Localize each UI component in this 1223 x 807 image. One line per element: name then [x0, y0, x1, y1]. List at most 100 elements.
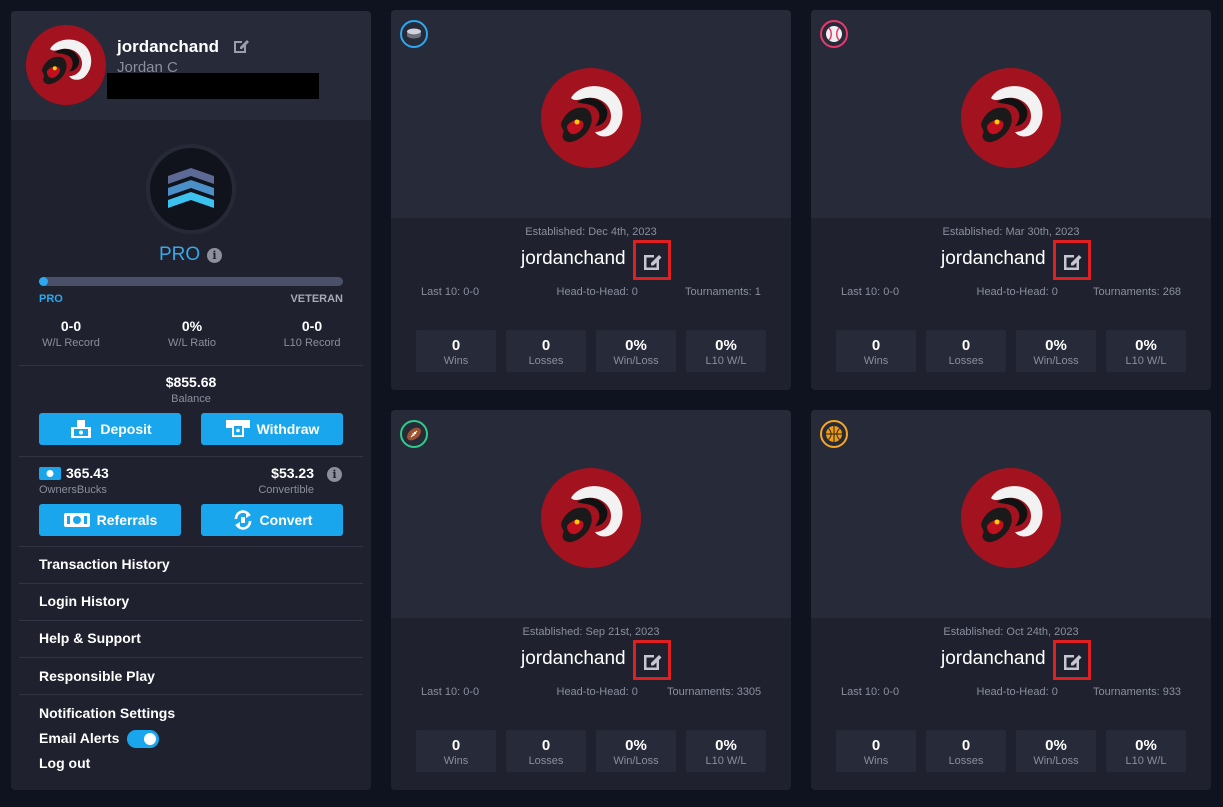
tile-label: L10 W/L	[705, 755, 747, 767]
profile-sidebar: jordanchand Jordan C PRO i PRO VETERAN 0…	[11, 11, 371, 790]
tile-label: Losses	[528, 355, 564, 367]
last10-record: Last 10: 0-0	[841, 286, 900, 298]
hockey-puck-icon	[400, 20, 428, 48]
username: jordanchand	[117, 37, 220, 56]
tile-label: Win/Loss	[613, 755, 659, 767]
email-alerts-toggle[interactable]	[127, 730, 159, 748]
withdraw-button[interactable]: Withdraw	[201, 413, 343, 445]
rank-progress-fill	[39, 277, 48, 286]
toggle-knob	[144, 733, 156, 745]
wins-tile: 0 Wins	[416, 730, 496, 772]
tile-value: 0%	[715, 737, 737, 754]
tile-label: Wins	[863, 355, 889, 367]
referrals-button[interactable]: Referrals	[39, 504, 181, 536]
stat-label: W/L Record	[42, 337, 100, 349]
edit-team-name-button[interactable]	[1053, 240, 1091, 280]
stat-label: L10 Record	[283, 337, 341, 349]
tile-label: Wins	[443, 755, 469, 767]
losses-tile: 0 Losses	[506, 730, 586, 772]
owners-bucks: 365.43 OwnersBucks	[39, 465, 109, 496]
logout-link[interactable]: Log out	[39, 755, 90, 771]
l10-wl-tile: 0% L10 W/L	[1106, 730, 1186, 772]
progress-to-label: VETERAN	[290, 293, 343, 305]
tile-value: 0%	[1045, 337, 1067, 354]
menu-login-history[interactable]: Login History	[39, 593, 129, 609]
tile-label: Wins	[863, 755, 889, 767]
win-loss-tile: 0% Win/Loss	[1016, 730, 1096, 772]
tile-value: 0	[541, 337, 551, 354]
l10-wl-tile: 0% L10 W/L	[686, 330, 766, 372]
established-date: Established: Sep 21st, 2023	[522, 626, 660, 638]
edit-icon	[644, 655, 662, 670]
win-loss-tile: 0% Win/Loss	[596, 730, 676, 772]
losses-tile: 0 Losses	[506, 330, 586, 372]
redacted-block	[107, 73, 319, 99]
divider	[19, 657, 363, 658]
tile-value: 0	[451, 337, 461, 354]
tournaments-count: Tournaments: 3305	[667, 686, 762, 698]
tile-label: L10 W/L	[705, 355, 747, 367]
profile-header: jordanchand Jordan C	[11, 11, 371, 120]
edit-team-name-button[interactable]	[1053, 640, 1091, 680]
edit-team-name-button[interactable]	[633, 640, 671, 680]
menu-transaction-history[interactable]: Transaction History	[39, 556, 170, 572]
team-name: jordanchand	[941, 248, 1046, 269]
progress-from-label: PRO	[39, 293, 63, 305]
tile-value: 0	[871, 337, 881, 354]
balance-label: Balance	[171, 393, 211, 405]
menu-notification-settings[interactable]: Notification Settings	[39, 705, 175, 721]
tournaments-count: Tournaments: 933	[1093, 686, 1182, 698]
team-logo	[541, 68, 641, 168]
l10-wl-tile: 0% L10 W/L	[1106, 330, 1186, 372]
card-header	[391, 410, 791, 618]
convert-button[interactable]: Convert	[201, 504, 343, 536]
head-to-head: Head-to-Head: 0	[556, 286, 638, 298]
stat-value: 0-0	[60, 318, 82, 334]
divider	[19, 694, 363, 695]
tile-value: 0	[871, 737, 881, 754]
head-to-head: Head-to-Head: 0	[976, 286, 1058, 298]
divider	[19, 365, 363, 366]
tile-label: L10 W/L	[1125, 755, 1167, 767]
head-to-head: Head-to-Head: 0	[976, 686, 1058, 698]
team-logo	[961, 68, 1061, 168]
wl-ratio-stat: 0% W/L Ratio	[137, 318, 247, 349]
edit-icon	[1064, 255, 1082, 270]
tile-value: 0%	[1135, 337, 1157, 354]
tile-value: 0%	[715, 337, 737, 354]
tile-label: L10 W/L	[1125, 355, 1167, 367]
edit-team-name-button[interactable]	[633, 240, 671, 280]
tile-label: Losses	[528, 755, 564, 767]
team-card-football[interactable]: Established: Sep 21st, 2023 jordanchand …	[391, 410, 791, 790]
tile-label: Win/Loss	[613, 355, 659, 367]
ram-logo-icon	[961, 68, 1061, 168]
team-card-baseball[interactable]: Established: Mar 30th, 2023 jordanchand …	[811, 10, 1211, 390]
losses-tile: 0 Losses	[926, 330, 1006, 372]
tournaments-count: Tournaments: 1	[685, 286, 761, 298]
menu-help-support[interactable]: Help & Support	[39, 630, 141, 646]
tile-value: 0%	[625, 737, 647, 754]
rank-info-icon[interactable]: i	[207, 248, 222, 263]
win-loss-tile: 0% Win/Loss	[1016, 330, 1096, 372]
established-date: Established: Oct 24th, 2023	[943, 626, 1079, 638]
last10-record: Last 10: 0-0	[421, 286, 480, 298]
deposit-label: Deposit	[100, 421, 152, 437]
balance: $855.68 Balance	[116, 374, 266, 405]
menu-responsible-play[interactable]: Responsible Play	[39, 668, 155, 684]
tile-value: 0	[451, 737, 461, 754]
team-card-hockey[interactable]: Established: Dec 4th, 2023 jordanchand L…	[391, 10, 791, 390]
owners-bucks-icon	[39, 466, 61, 480]
edit-username-icon[interactable]	[231, 36, 251, 56]
referrals-label: Referrals	[96, 512, 158, 528]
divider	[19, 620, 363, 621]
deposit-button[interactable]: Deposit	[39, 413, 181, 445]
stat-label: W/L Ratio	[168, 337, 216, 349]
tile-label: Losses	[948, 755, 984, 767]
l10-wl-tile: 0% L10 W/L	[686, 730, 766, 772]
edit-icon	[644, 255, 662, 270]
team-name: jordanchand	[521, 648, 626, 669]
team-logo	[961, 468, 1061, 568]
team-card-basketball[interactable]: Established: Oct 24th, 2023 jordanchand …	[811, 410, 1211, 790]
last10-record: Last 10: 0-0	[841, 686, 900, 698]
convertible-info-icon[interactable]: i	[327, 467, 342, 482]
